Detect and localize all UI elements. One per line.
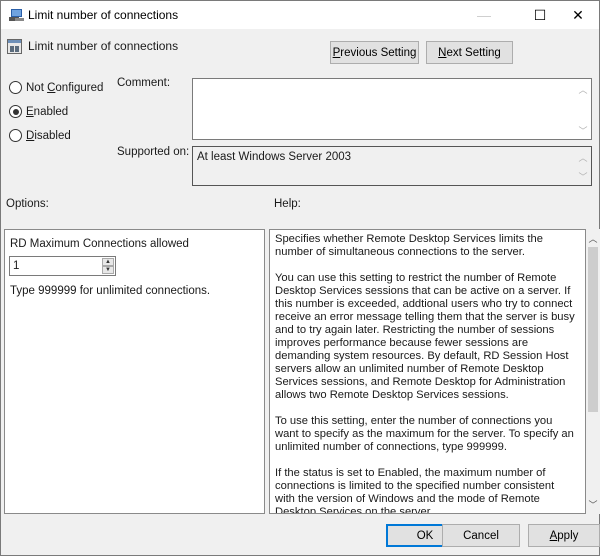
policy-setting-icon [7,39,22,54]
max-connections-label: RD Maximum Connections allowed [10,238,189,250]
supported-on-value: At least Windows Server 2003 [197,151,352,163]
supported-on-field: At least Windows Server 2003 ︿ ﹀ [192,146,592,186]
options-panel: RD Maximum Connections allowed 1 ▲ ▼ Typ… [4,229,265,514]
button-label: revious Setting [340,46,417,59]
options-label: Options: [6,198,49,210]
maximize-icon: ☐ [533,6,547,23]
accel-key: A [549,529,558,542]
button-label: pply [557,529,579,542]
scroll-down-icon[interactable]: ﹀ [577,124,589,137]
scroll-up-icon[interactable]: ︿ [586,232,600,245]
help-label: Help: [274,198,301,210]
dialog-window: Limit number of connections — ☐ ✕ Limit … [0,0,600,556]
help-paragraph: Specifies whether Remote Desktop Service… [275,233,543,258]
apply-button[interactable]: Apply [528,524,600,547]
max-connections-value[interactable]: 1 [13,260,19,272]
help-paragraph: If the status is set to Enabled, the max… [275,467,555,514]
spin-up-button[interactable]: ▲ [102,258,114,266]
accel-key: N [438,46,447,59]
next-setting-button[interactable]: Next Setting [426,41,513,64]
cancel-button[interactable]: Cancel [442,524,520,547]
minimize-icon: — [477,7,491,23]
radio-not-configured[interactable]: Not Configured [9,81,103,94]
remote-desktop-icon [9,9,24,21]
scroll-down-icon[interactable]: ﹀ [577,170,589,183]
unlimited-hint: Type 999999 for unlimited connections. [10,285,211,297]
radio-label: Not Configured [26,81,104,94]
radio-disabled[interactable]: Disabled [9,129,71,142]
close-button[interactable]: ✕ [555,1,600,29]
spinner-buttons: ▲ ▼ [102,258,114,274]
radio-label: Enabled [26,105,69,118]
window-title: Limit number of connections [28,8,179,22]
accel-key: P [332,46,341,59]
max-connections-spinner[interactable]: 1 ▲ ▼ [9,256,116,276]
setting-name: Limit number of connections [28,39,179,53]
scroll-down-icon[interactable]: ﹀ [586,498,600,511]
close-icon: ✕ [572,6,584,23]
help-paragraph: To use this setting, enter the number of… [275,415,574,453]
minimize-button[interactable]: — [461,1,507,29]
help-text: Specifies whether Remote Desktop Service… [275,233,577,514]
radio-label: Disabled [26,129,71,142]
radio-circle[interactable] [9,105,22,118]
supported-on-label: Supported on: [117,146,190,158]
previous-setting-button[interactable]: Previous Setting [330,41,419,64]
scroll-up-icon[interactable]: ︿ [577,151,589,164]
spin-down-button[interactable]: ▼ [102,266,114,274]
comment-label: Comment: [117,77,171,89]
radio-enabled[interactable]: Enabled [9,105,68,118]
radio-circle[interactable] [9,81,22,94]
help-scrollbar[interactable]: ︿ ﹀ [586,229,600,514]
radio-circle[interactable] [9,129,22,142]
comment-textarea[interactable]: ︿ ﹀ [192,78,592,140]
help-paragraph: You can use this setting to restrict the… [275,272,575,401]
title-bar: Limit number of connections — ☐ ✕ [1,1,599,29]
scroll-thumb[interactable] [588,247,598,412]
button-label: ext Setting [446,46,501,59]
scroll-up-icon[interactable]: ︿ [577,83,589,96]
help-panel: Specifies whether Remote Desktop Service… [269,229,586,514]
